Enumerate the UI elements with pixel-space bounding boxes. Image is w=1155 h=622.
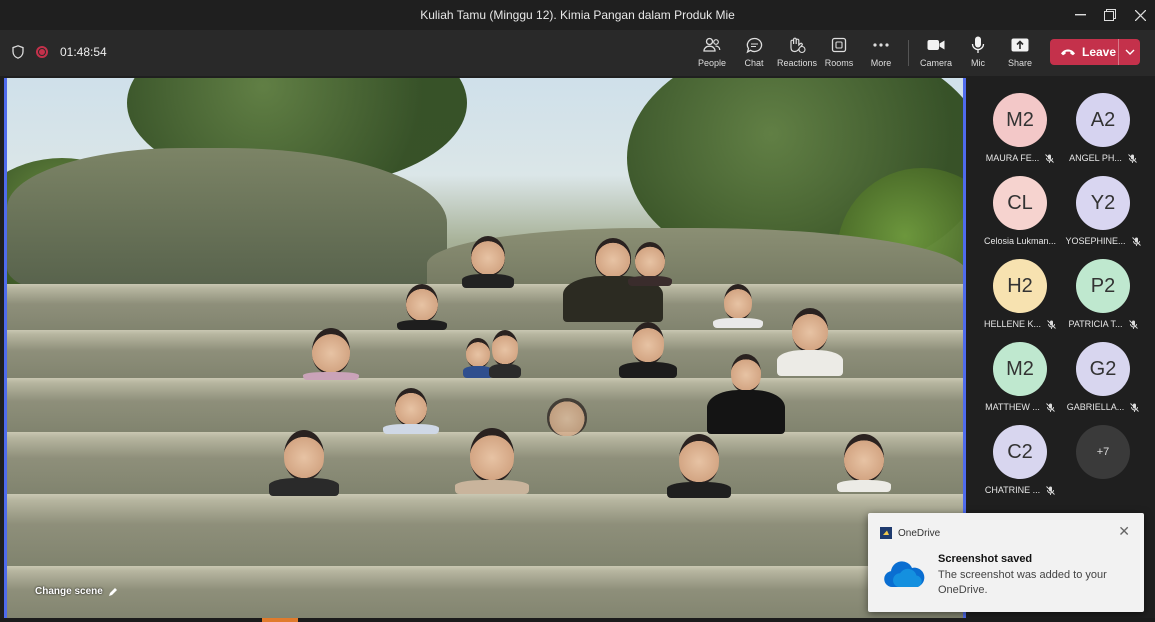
participant-tile[interactable]: H2 HELLENE K...	[977, 252, 1063, 332]
participant-tile[interactable]: M2 MATTHEW ...	[977, 335, 1063, 415]
rooms-icon	[829, 36, 849, 54]
participant-name: CHATRINE ...	[984, 485, 1041, 495]
share-icon	[1010, 36, 1030, 54]
participant-video	[303, 328, 359, 380]
more-button[interactable]: More	[859, 36, 903, 72]
people-icon	[702, 36, 722, 54]
camera-icon	[926, 36, 946, 54]
taskbar-edge	[0, 618, 1155, 622]
window-title: Kuliah Tamu (Minggu 12). Kimia Pangan da…	[420, 8, 735, 22]
avatar: C2	[993, 425, 1047, 479]
participant-name: PATRICIA T...	[1068, 319, 1123, 329]
minimize-icon[interactable]	[1065, 0, 1095, 30]
participant-video	[489, 330, 521, 378]
avatar: M2	[993, 93, 1047, 147]
reactions-icon	[787, 36, 807, 54]
avatar: G2	[1076, 342, 1130, 396]
pencil-icon	[108, 587, 117, 596]
participant-name: MATTHEW ...	[985, 402, 1040, 412]
participant-video	[707, 354, 785, 434]
leave-button[interactable]: Leave	[1050, 39, 1118, 65]
participant-name: Celosia Lukman...	[983, 236, 1057, 246]
meeting-timer: 01:48:54	[60, 45, 107, 59]
participant-tile[interactable]: CL Celosia Lukman...	[977, 169, 1063, 249]
boulder	[7, 148, 447, 298]
chat-button[interactable]: Chat	[732, 36, 776, 72]
avatar: H2	[993, 259, 1047, 313]
onedrive-app-icon	[880, 527, 892, 539]
participant-name: HELLENE K...	[983, 319, 1042, 329]
more-icon	[871, 36, 891, 54]
amphitheater-tier	[7, 566, 963, 618]
people-button[interactable]: People	[690, 36, 734, 72]
participant-video	[269, 430, 339, 496]
amphitheater-tier	[7, 494, 963, 570]
participant-video	[667, 434, 731, 498]
mic-muted-icon	[1131, 236, 1141, 246]
participant-video	[455, 428, 529, 494]
share-button[interactable]: Share	[998, 36, 1042, 72]
avatar: P2	[1076, 259, 1130, 313]
notification-message: The screenshot was added to your OneDriv…	[938, 569, 1107, 596]
participant-name: GABRIELLA...	[1066, 402, 1125, 412]
close-icon[interactable]	[1125, 0, 1155, 30]
avatar: CL	[993, 176, 1047, 230]
camera-button[interactable]: Camera	[914, 36, 958, 72]
onedrive-notification[interactable]: OneDrive ✕ Screenshot saved The screensh…	[868, 513, 1144, 612]
toolbar-divider	[908, 40, 909, 66]
overflow-count: +7	[1076, 425, 1130, 479]
mic-muted-icon	[1045, 153, 1055, 163]
leave-options-dropdown[interactable]	[1118, 39, 1140, 65]
participant-video	[619, 322, 677, 378]
shield-icon	[12, 45, 24, 59]
title-bar: Kuliah Tamu (Minggu 12). Kimia Pangan da…	[0, 0, 1155, 30]
together-mode-stage: Change scene	[4, 78, 966, 618]
avatar: Y2	[1076, 176, 1130, 230]
recording-icon	[36, 46, 48, 58]
participants-gallery: M2 MAURA FE... A2 ANGEL PH... CL Celosia…	[969, 78, 1155, 518]
participant-tile[interactable]: G2 GABRIELLA...	[1060, 335, 1146, 415]
participant-name: ANGEL PH...	[1069, 153, 1122, 163]
mic-muted-icon	[1046, 485, 1055, 495]
close-icon[interactable]: ✕	[1118, 523, 1130, 540]
participant-video	[397, 284, 447, 330]
participant-name: MAURA FE...	[985, 153, 1040, 163]
mic-muted-icon	[1128, 153, 1137, 163]
mic-muted-icon	[1130, 402, 1140, 412]
participant-video	[628, 242, 672, 286]
mic-muted-icon	[1047, 319, 1056, 329]
reactions-button[interactable]: Reactions	[775, 36, 819, 72]
mic-icon	[968, 36, 988, 54]
participant-name: YOSEPHINE...	[1065, 236, 1126, 246]
participant-tile[interactable]: A2 ANGEL PH...	[1060, 86, 1146, 166]
restore-icon[interactable]	[1095, 0, 1125, 30]
notification-heading: Screenshot saved	[938, 553, 1033, 565]
mic-muted-icon	[1128, 319, 1138, 329]
participant-video	[462, 236, 514, 288]
change-scene-button[interactable]: Change scene	[35, 586, 118, 597]
chevron-down-icon	[1125, 49, 1134, 55]
participant-video	[777, 308, 843, 376]
chat-icon	[744, 36, 764, 54]
participant-tile[interactable]: P2 PATRICIA T...	[1060, 252, 1146, 332]
leave-button-group: Leave	[1050, 39, 1140, 65]
avatar: A2	[1076, 93, 1130, 147]
participant-video	[547, 398, 587, 436]
notification-app-name: OneDrive	[898, 527, 941, 539]
mic-muted-icon	[1046, 402, 1055, 412]
meeting-toolbar: 01:48:54 People Chat Reactions Rooms Mor…	[0, 30, 1155, 76]
participant-video	[837, 434, 891, 492]
participant-tile[interactable]: Y2 YOSEPHINE...	[1060, 169, 1146, 249]
onedrive-cloud-icon	[884, 561, 925, 587]
participant-tile[interactable]: C2 CHATRINE ...	[977, 418, 1063, 498]
rooms-button[interactable]: Rooms	[817, 36, 861, 72]
participant-video	[713, 284, 763, 328]
participant-video	[383, 388, 439, 434]
avatar: M2	[993, 342, 1047, 396]
hang-up-icon	[1061, 49, 1075, 56]
participant-tile[interactable]: M2 MAURA FE...	[977, 86, 1063, 166]
mic-button[interactable]: Mic	[956, 36, 1000, 72]
more-participants-button[interactable]: +7	[1060, 418, 1146, 498]
